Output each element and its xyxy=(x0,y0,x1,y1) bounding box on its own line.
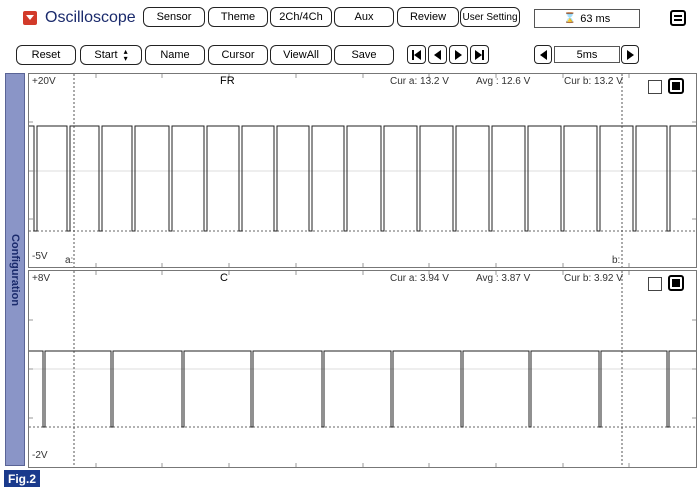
channels-button[interactable]: 2Ch/4Ch xyxy=(270,7,332,27)
channel1-scope[interactable]: +20V -5V FR Cur a: 13.2 V Avg : 12.6 V C… xyxy=(28,73,697,268)
channel1-cursor-a: Cur a: 13.2 V xyxy=(390,76,449,87)
channel2-plot xyxy=(29,271,696,467)
start-select-label: Start xyxy=(94,49,118,61)
start-select[interactable]: Start ▴ ▾ xyxy=(80,45,142,65)
chevron-down-icon xyxy=(26,15,34,20)
viewall-button[interactable]: ViewAll xyxy=(270,45,332,65)
arrow-left-icon xyxy=(539,49,547,60)
reset-button[interactable]: Reset xyxy=(16,45,76,65)
next-button[interactable] xyxy=(449,45,468,64)
first-page-button[interactable] xyxy=(407,45,426,64)
arrow-right-icon xyxy=(455,49,462,60)
user-setting-button[interactable]: User Setting xyxy=(460,7,520,27)
channel2-title: C xyxy=(220,272,228,284)
sample-time-value: 63 ms xyxy=(580,12,611,25)
channel2-visibility-checkbox[interactable] xyxy=(648,277,662,291)
cursor-button[interactable]: Cursor xyxy=(208,45,268,65)
channel2-average: Avg : 3.87 V xyxy=(476,273,531,284)
figure-label: Fig.2 xyxy=(4,470,40,487)
menu-button[interactable] xyxy=(23,11,37,25)
skip-first-icon xyxy=(412,49,421,60)
skip-last-icon xyxy=(475,49,484,60)
sensor-button[interactable]: Sensor xyxy=(143,7,205,27)
channel2-cursor-a: Cur a: 3.94 V xyxy=(390,273,449,284)
channel2-waveform xyxy=(29,350,696,428)
arrow-right-icon xyxy=(626,49,634,60)
configuration-sidebar[interactable]: Configuration xyxy=(5,73,25,466)
channel1-ymax: +20V xyxy=(32,76,56,87)
channel2-ymin: -2V xyxy=(32,450,48,461)
channel1-title: FR xyxy=(220,75,235,87)
channel1-plot xyxy=(29,74,696,267)
theme-button[interactable]: Theme xyxy=(208,7,268,27)
channel1-visibility-checkbox[interactable] xyxy=(648,80,662,94)
review-button[interactable]: Review xyxy=(397,7,459,27)
save-button[interactable]: Save xyxy=(334,45,394,65)
timer-icon: ⌛ xyxy=(563,13,577,24)
name-button[interactable]: Name xyxy=(145,45,205,65)
channel2-ymax: +8V xyxy=(32,273,51,284)
timebase-decrease-button[interactable] xyxy=(534,45,552,64)
sidebar-label: Configuration xyxy=(9,233,21,306)
settings-menu-icon[interactable] xyxy=(670,10,686,26)
channel1-waveform xyxy=(29,125,696,232)
channel1-ymin: -5V xyxy=(32,251,48,262)
channel2-expand-icon[interactable] xyxy=(668,275,684,291)
last-page-button[interactable] xyxy=(470,45,489,64)
channel1-cursor-b: Cur b: 13.2 V xyxy=(564,76,623,87)
channel2-scope[interactable]: +8V -2V C Cur a: 3.94 V Avg : 3.87 V Cur… xyxy=(28,270,697,468)
app-title: Oscilloscope xyxy=(45,9,136,26)
cursor-b-marker: b: xyxy=(612,255,621,266)
arrow-left-icon xyxy=(434,49,441,60)
previous-button[interactable] xyxy=(428,45,447,64)
sample-time-display: ⌛ 63 ms xyxy=(534,9,640,28)
updown-icon: ▴ ▾ xyxy=(123,47,128,63)
cursor-a-marker: a: xyxy=(65,255,74,266)
timebase-increase-button[interactable] xyxy=(621,45,639,64)
aux-button[interactable]: Aux xyxy=(334,7,394,27)
timebase-value: 5ms xyxy=(554,46,620,63)
channel2-cursor-b: Cur b: 3.92 V xyxy=(564,273,623,284)
channel1-average: Avg : 12.6 V xyxy=(476,76,531,87)
channel1-expand-icon[interactable] xyxy=(668,78,684,94)
